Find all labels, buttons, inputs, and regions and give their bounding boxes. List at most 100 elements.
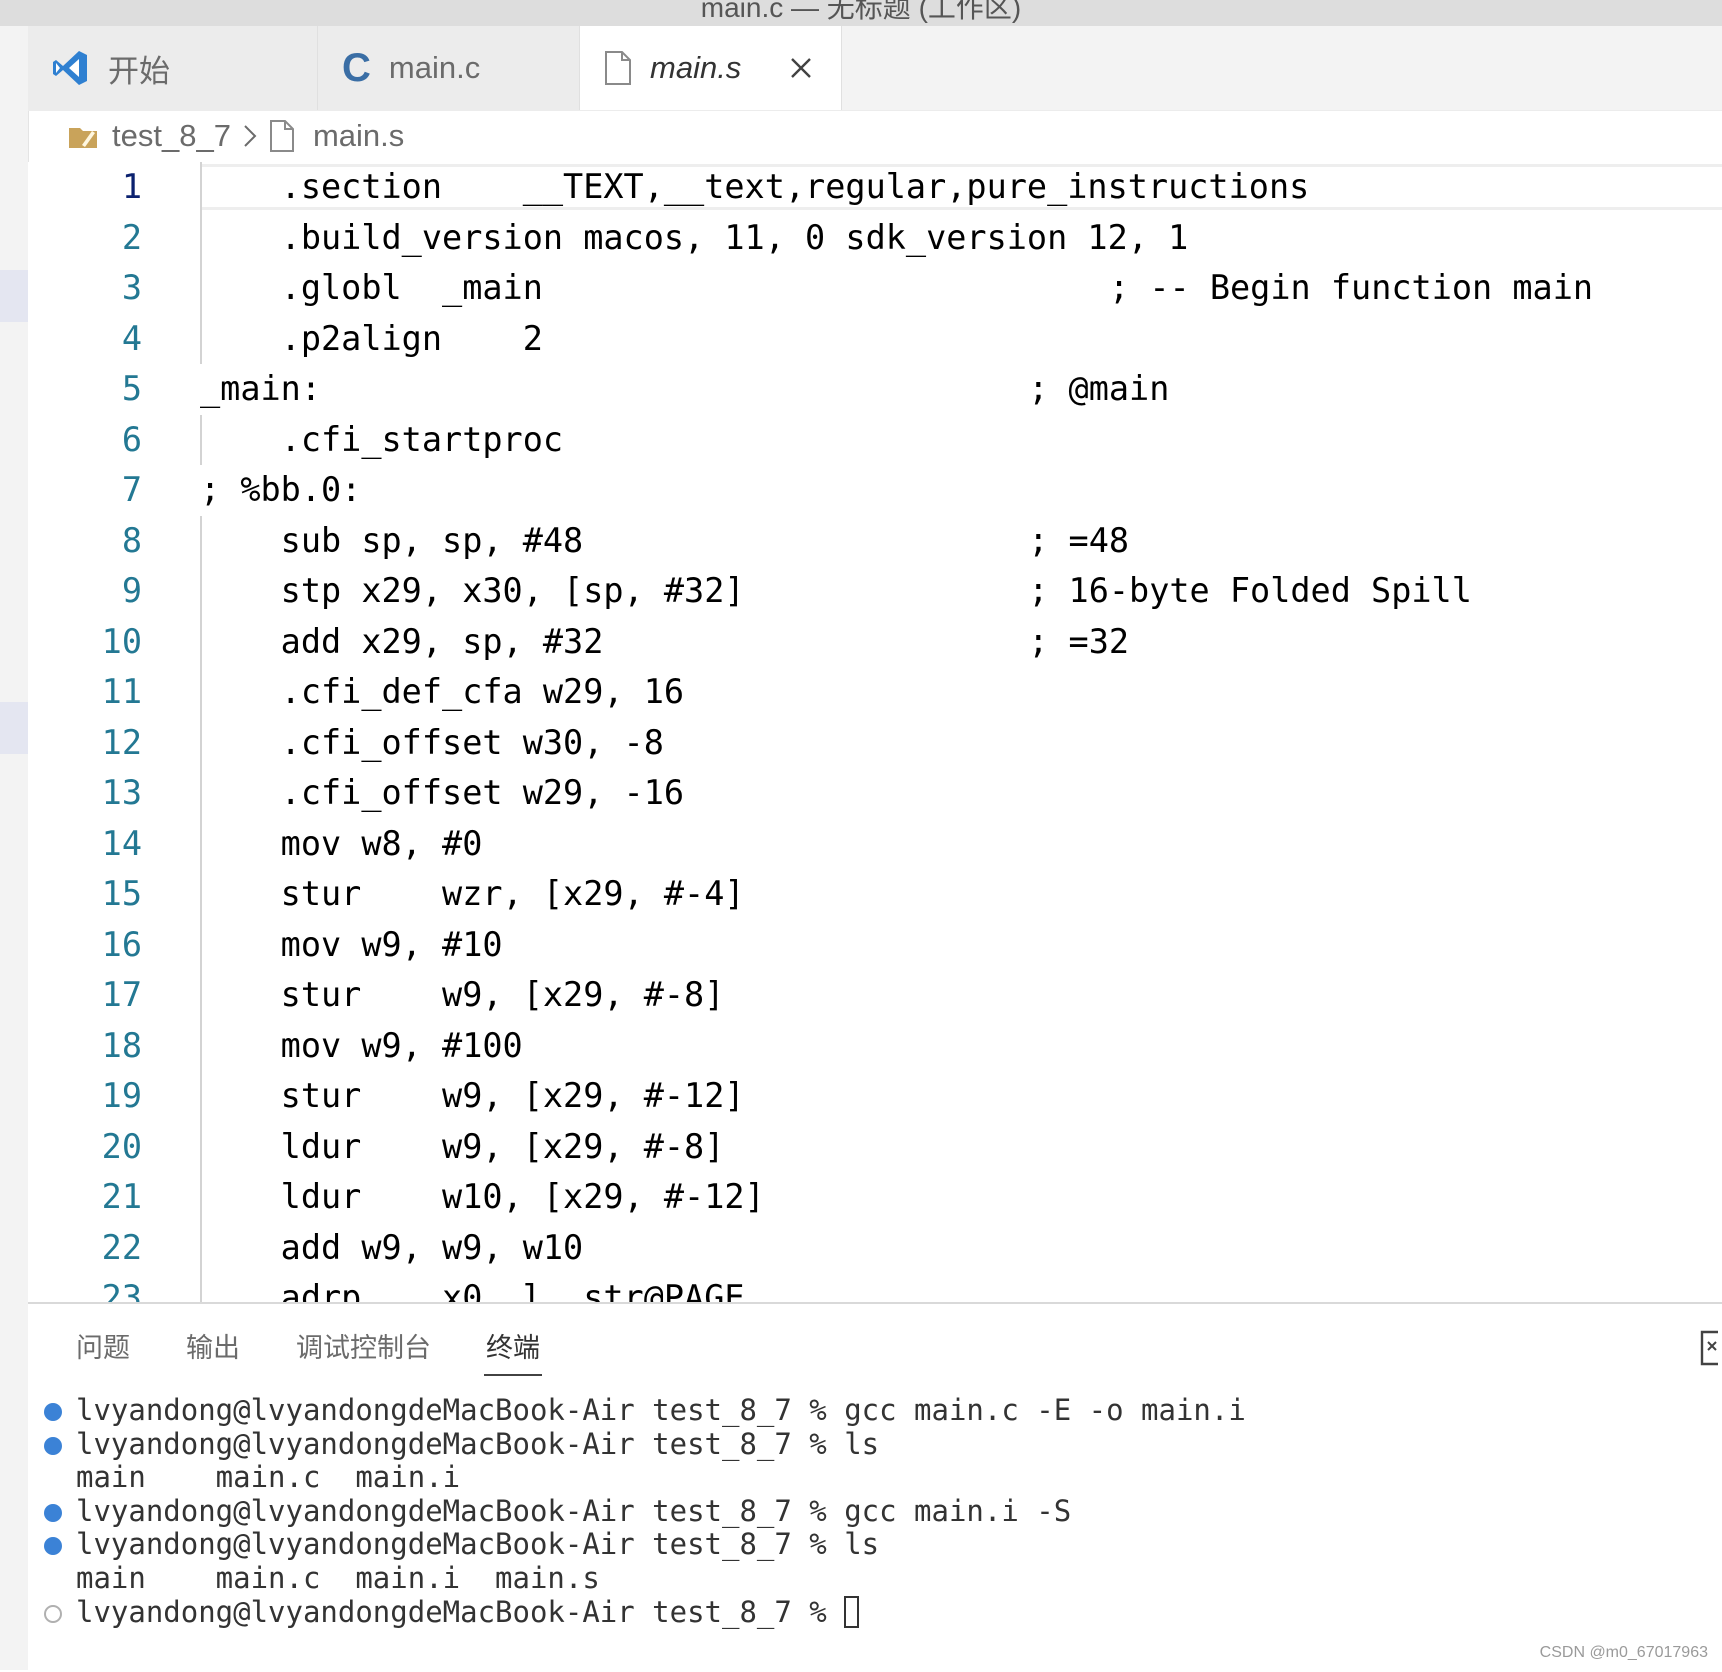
terminal-line: lvyandong@lvyandongdeMacBook-Air test_8_… bbox=[28, 1493, 1722, 1530]
line-number: 14 bbox=[101, 823, 142, 863]
panel-tab-label: 终端 bbox=[486, 1333, 540, 1363]
terminal-line: lvyandong@lvyandongdeMacBook-Air test_8_… bbox=[28, 1594, 1722, 1631]
terminal-line: main main.c main.i main.s bbox=[28, 1560, 1722, 1597]
line-number: 20 bbox=[101, 1126, 142, 1166]
file-icon bbox=[269, 120, 295, 152]
code-text: mov w9, #10 bbox=[200, 924, 503, 964]
active-tab-underline bbox=[484, 1374, 542, 1376]
code-comment: ; =32 bbox=[1028, 621, 1130, 661]
tab-label: main.c bbox=[388, 50, 481, 85]
tab-welcome[interactable]: 开始 bbox=[28, 26, 318, 110]
bottom-panel: 问题 输出 调试控制台 终端 lvyandong@lvyandongdeMacB… bbox=[28, 1302, 1722, 1672]
panel-tab-label: 调试控制台 bbox=[296, 1333, 431, 1363]
chevron-right-icon bbox=[243, 124, 257, 148]
close-icon[interactable] bbox=[781, 48, 821, 88]
code-line[interactable]: 16 mov w9, #10 bbox=[28, 919, 1722, 970]
line-number: 8 bbox=[121, 520, 142, 560]
terminal-layout-icon[interactable] bbox=[1698, 1330, 1722, 1371]
activity-bar-active-marker-2 bbox=[0, 702, 28, 754]
code-comment: ; -- Begin function main bbox=[1109, 268, 1594, 307]
command-pending-dot-icon[interactable] bbox=[44, 1604, 62, 1623]
line-number: 18 bbox=[101, 1025, 142, 1065]
code-line[interactable]: 8 sub sp, sp, #48 ; =48 bbox=[28, 515, 1722, 566]
code-line[interactable]: 20 ldur w9, [x29, #-8] bbox=[28, 1121, 1722, 1172]
code-line[interactable]: 2 .build_version macos, 11, 0 sdk_versio… bbox=[28, 212, 1722, 263]
code-line[interactable]: 22 add w9, w9, w10 bbox=[28, 1222, 1722, 1273]
breadcrumb: test_8_7 main.s bbox=[28, 110, 1722, 162]
code-line[interactable]: 1 .section __TEXT,__text,regular,pure_in… bbox=[28, 162, 1722, 213]
terminal-cursor bbox=[843, 1595, 859, 1628]
code-line[interactable]: 17 stur w9, [x29, #-8] bbox=[28, 970, 1722, 1021]
command-success-dot-icon[interactable] bbox=[44, 1403, 62, 1421]
code-text: adrp x0, l_.str@PAGE bbox=[200, 1278, 745, 1302]
code-text: stur w9, [x29, #-8] bbox=[200, 975, 725, 1014]
code-line[interactable]: 9 stp x29, x30, [sp, #32] ; 16-byte Folde… bbox=[28, 566, 1722, 617]
command-success-dot-icon[interactable] bbox=[44, 1503, 62, 1522]
editor-tab-bar: 开始 C main.c main.s bbox=[28, 26, 1722, 111]
line-number: 15 bbox=[101, 874, 142, 913]
line-number: 22 bbox=[101, 1227, 142, 1267]
line-number: 9 bbox=[121, 571, 142, 610]
terminal-text: lvyandong@lvyandongdeMacBook-Air test_8_… bbox=[76, 1527, 880, 1562]
code-text: stur w9, [x29, #-12] bbox=[200, 1076, 745, 1115]
tab-main-c[interactable]: C main.c bbox=[318, 26, 580, 110]
line-number: 13 bbox=[101, 773, 142, 812]
code-text: add w9, w9, w10 bbox=[200, 1227, 584, 1267]
line-number: 6 bbox=[121, 419, 142, 459]
code-line[interactable]: 7 ; %bb.0: bbox=[28, 465, 1722, 516]
panel-tab-problems[interactable]: 问题 bbox=[76, 1326, 130, 1365]
line-number: 1 bbox=[121, 167, 142, 206]
code-comment: ; @main bbox=[1028, 369, 1170, 408]
code-text: stur wzr, [x29, #-4] bbox=[200, 874, 745, 913]
breadcrumb-file[interactable]: main.s bbox=[313, 118, 404, 154]
code-line[interactable]: 13 .cfi_offset w29, -16 bbox=[28, 768, 1722, 819]
command-success-dot-icon[interactable] bbox=[44, 1436, 62, 1455]
code-editor[interactable]: 1 .section __TEXT,__text,regular,pure_in… bbox=[28, 162, 1722, 1302]
code-text: add x29, sp, #32 bbox=[200, 621, 604, 661]
line-number: 16 bbox=[101, 924, 142, 964]
code-text: .cfi_offset w30, -8 bbox=[200, 722, 664, 762]
c-file-icon: C bbox=[342, 45, 371, 90]
code-line[interactable]: 3 .globl _main ; -- Begin function main bbox=[28, 263, 1722, 314]
file-icon bbox=[604, 51, 632, 85]
line-number: 5 bbox=[121, 369, 142, 408]
terminal-text: lvyandong@lvyandongdeMacBook-Air test_8_… bbox=[76, 1393, 1246, 1427]
title-bar: main.c — 无标题 (工作区) bbox=[0, 0, 1722, 26]
code-line[interactable]: 23 adrp x0, l_.str@PAGE bbox=[28, 1273, 1722, 1302]
line-number: 3 bbox=[121, 268, 142, 307]
command-success-dot-icon[interactable] bbox=[44, 1537, 62, 1556]
line-number: 23 bbox=[101, 1278, 142, 1302]
tab-label: 开始 bbox=[108, 53, 170, 89]
terminal-text: main main.c main.i main.s bbox=[76, 1561, 600, 1595]
line-number: 4 bbox=[121, 318, 142, 358]
line-number: 19 bbox=[101, 1076, 142, 1115]
code-line[interactable]: 11 .cfi_def_cfa w29, 16 bbox=[28, 667, 1722, 718]
code-line[interactable]: 4 .p2align 2 bbox=[28, 313, 1722, 364]
code-text: ldur w9, [x29, #-8] bbox=[200, 1126, 725, 1166]
panel-tab-output[interactable]: 输出 bbox=[186, 1326, 240, 1365]
panel-tab-terminal[interactable]: 终端 bbox=[484, 1326, 542, 1376]
code-text: sub sp, sp, #48 bbox=[200, 520, 584, 560]
code-line[interactable]: 19 stur w9, [x29, #-12] bbox=[28, 1071, 1722, 1122]
terminal-text: main main.c main.i bbox=[76, 1460, 461, 1495]
terminal-line: lvyandong@lvyandongdeMacBook-Air test_8_… bbox=[28, 1526, 1722, 1563]
code-line[interactable]: 14 mov w8, #0 bbox=[28, 818, 1722, 869]
code-line[interactable]: 21 ldur w10, [x29, #-12] bbox=[28, 1172, 1722, 1223]
code-comment: ; =48 bbox=[1028, 520, 1130, 560]
terminal-text: lvyandong@lvyandongdeMacBook-Air test_8_… bbox=[76, 1594, 845, 1629]
terminal-line: main main.c main.i bbox=[28, 1459, 1722, 1496]
code-text: .cfi_def_cfa w29, 16 bbox=[200, 672, 685, 711]
tab-main-s[interactable]: main.s bbox=[580, 26, 842, 110]
watermark: CSDN @m0_67017963 bbox=[1539, 1644, 1708, 1661]
code-line[interactable]: 15 stur wzr, [x29, #-4] bbox=[28, 869, 1722, 920]
code-line[interactable]: 10 add x29, sp, #32 ; =32 bbox=[28, 616, 1722, 667]
code-line[interactable]: 6 .cfi_startproc bbox=[28, 414, 1722, 465]
code-line[interactable]: 12 .cfi_offset w30, -8 bbox=[28, 717, 1722, 768]
breadcrumb-folder[interactable]: test_8_7 bbox=[112, 118, 231, 154]
code-text: .globl _main bbox=[200, 268, 543, 307]
line-number: 12 bbox=[101, 722, 142, 762]
code-text: .cfi_startproc bbox=[200, 419, 564, 459]
code-line[interactable]: 18 mov w9, #100 bbox=[28, 1020, 1722, 1071]
panel-tab-debug-console[interactable]: 调试控制台 bbox=[296, 1326, 431, 1365]
code-line[interactable]: 5 _main: ; @main bbox=[28, 364, 1722, 415]
